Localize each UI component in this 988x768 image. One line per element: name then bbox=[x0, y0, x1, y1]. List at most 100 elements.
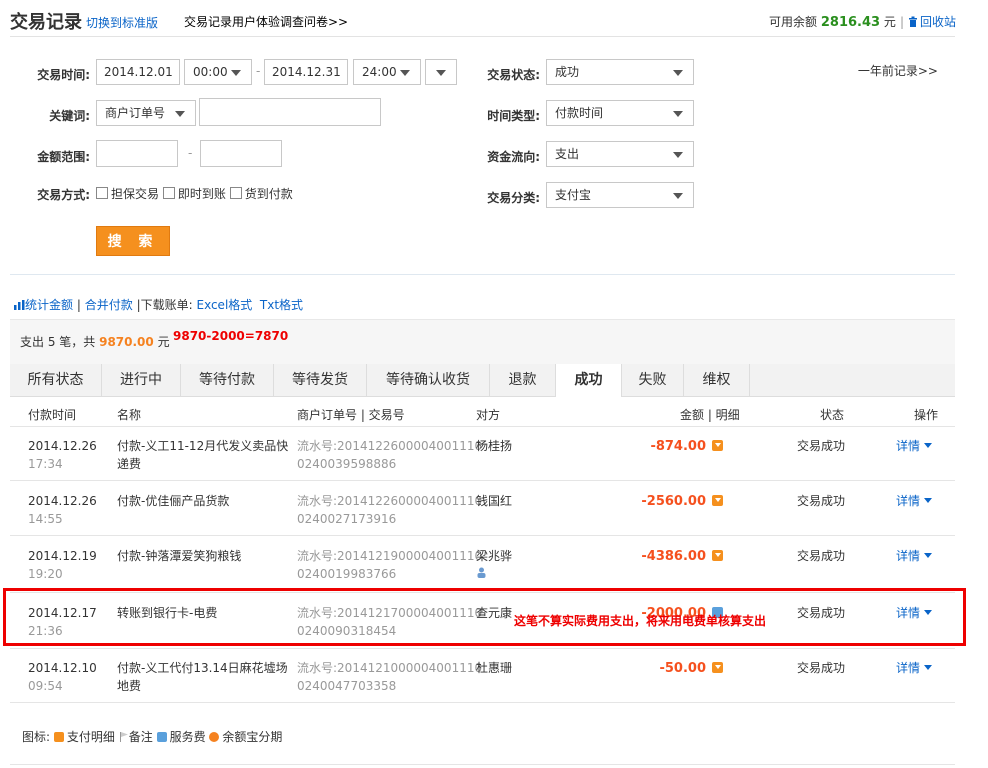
recycle-bin-link[interactable]: 回收站 bbox=[908, 15, 956, 29]
row-name: 付款-优佳俪产品货款 bbox=[117, 494, 230, 508]
payment-detail-icon[interactable] bbox=[712, 495, 723, 506]
end-time-value: 24:00 bbox=[362, 65, 397, 79]
legend-label: 图标: bbox=[22, 730, 51, 744]
row-date: 2014.12.26 14:55 bbox=[28, 494, 97, 526]
amount-min-input[interactable] bbox=[96, 140, 178, 167]
switch-standard-link[interactable]: 切换到标准版 bbox=[86, 14, 158, 31]
balance-area: 可用余额 2816.43 元 | 回收站 bbox=[769, 15, 956, 30]
summary-prefix: 支出 5 笔，共 bbox=[20, 335, 96, 349]
tab-success[interactable]: 成功 bbox=[556, 364, 622, 397]
col-time: 付款时间 bbox=[28, 408, 77, 422]
keyword-input[interactable] bbox=[199, 98, 381, 126]
keyword-type-value: 商户订单号 bbox=[105, 106, 166, 120]
row-status: 交易成功 bbox=[797, 439, 846, 453]
details-button[interactable]: 详情 bbox=[896, 437, 933, 455]
tab-all[interactable]: 所有状态 bbox=[10, 364, 102, 396]
tab-await-payment[interactable]: 等待付款 bbox=[181, 364, 274, 396]
tab-dispute[interactable]: 维权 bbox=[684, 364, 750, 396]
search-button[interactable]: 搜 索 bbox=[96, 226, 170, 256]
chevron-down-icon bbox=[924, 498, 933, 503]
excel-link[interactable]: Excel格式 bbox=[196, 298, 252, 312]
details-button[interactable]: 详情 bbox=[896, 492, 933, 510]
annotation-note: 这笔不算实际费用支出，将来用电费单核算支出 bbox=[514, 614, 767, 628]
summary-text: 支出 5 笔，共 9870.00 元 bbox=[20, 333, 170, 350]
chevron-down-icon bbox=[673, 70, 683, 76]
row-amount: -50.00 bbox=[659, 659, 723, 678]
chevron-down-icon bbox=[231, 70, 241, 76]
row-serial: 流水号:2014122600004001110 0240027173916 bbox=[297, 494, 483, 526]
chevron-down-icon bbox=[673, 111, 683, 117]
date-range-select[interactable] bbox=[425, 59, 457, 85]
balance-label: 可用余额 bbox=[769, 15, 818, 29]
status-select[interactable]: 成功 bbox=[546, 59, 694, 85]
fund-flow-value: 支出 bbox=[555, 147, 580, 161]
status-label: 交易状态: bbox=[487, 68, 540, 82]
trade-method-options: 担保交易 即时到账 货到付款 bbox=[96, 185, 293, 202]
section-divider bbox=[10, 274, 955, 275]
start-date-input[interactable]: 2014.12.01 bbox=[96, 59, 180, 85]
col-amount: 金额 | 明细 bbox=[680, 408, 740, 422]
method-option-instant[interactable]: 即时到账 bbox=[162, 187, 226, 201]
checkbox[interactable] bbox=[96, 187, 108, 199]
tab-refund[interactable]: 退款 bbox=[490, 364, 556, 396]
payment-detail-icon[interactable] bbox=[712, 440, 723, 451]
row-date: 2014.12.26 17:34 bbox=[28, 439, 97, 471]
tab-await-ship[interactable]: 等待发货 bbox=[274, 364, 367, 396]
flag-icon bbox=[119, 732, 128, 742]
balance-unit: 元 bbox=[883, 15, 896, 29]
chevron-down-icon bbox=[436, 70, 446, 76]
method-option-cod[interactable]: 货到付款 bbox=[229, 187, 293, 201]
chevron-down-icon bbox=[175, 111, 185, 117]
row-party: 钱国红 bbox=[476, 494, 513, 508]
payment-detail-icon[interactable] bbox=[712, 662, 723, 673]
tab-failed[interactable]: 失败 bbox=[622, 364, 684, 396]
older-records-link[interactable]: 一年前记录>> bbox=[858, 62, 938, 79]
start-time-value: 00:00 bbox=[193, 65, 228, 79]
icon-legend: 图标: 支付明细 备注 服务费 余额宝分期 bbox=[22, 730, 283, 744]
header-divider bbox=[10, 36, 955, 37]
result-toolbar: 统计金额 | 合并付款 |下载账单: Excel格式 Txt格式 bbox=[14, 296, 303, 313]
time-type-value: 付款时间 bbox=[555, 106, 604, 120]
method-option-guarantee[interactable]: 担保交易 bbox=[96, 187, 159, 201]
chevron-down-icon bbox=[924, 443, 933, 448]
row-status: 交易成功 bbox=[797, 549, 846, 563]
trash-icon bbox=[908, 16, 917, 27]
tab-await-confirm[interactable]: 等待确认收货 bbox=[367, 364, 490, 396]
chevron-down-icon bbox=[673, 193, 683, 199]
start-time-select[interactable]: 00:00 bbox=[184, 59, 252, 85]
col-action: 操作 bbox=[914, 408, 939, 422]
end-time-select[interactable]: 24:00 bbox=[353, 59, 421, 85]
person-icon bbox=[477, 567, 486, 578]
amount-range-label: 金额范围: bbox=[37, 150, 90, 164]
payment-detail-icon[interactable] bbox=[712, 550, 723, 561]
chevron-down-icon bbox=[673, 152, 683, 158]
row-party: 梁兆骅 bbox=[476, 547, 512, 583]
fund-flow-select[interactable]: 支出 bbox=[546, 141, 694, 167]
amount-max-input[interactable] bbox=[200, 140, 282, 167]
category-select[interactable]: 支付宝 bbox=[546, 182, 694, 208]
yuebao-icon bbox=[209, 732, 220, 742]
time-type-select[interactable]: 付款时间 bbox=[546, 100, 694, 126]
stats-amount-link[interactable]: 统计金额 bbox=[25, 298, 73, 312]
survey-link[interactable]: 交易记录用户体验调查问卷>> bbox=[184, 13, 348, 30]
category-label: 交易分类: bbox=[487, 191, 540, 205]
keyword-type-select[interactable]: 商户订单号 bbox=[96, 100, 196, 126]
row-party: 杜惠珊 bbox=[476, 661, 513, 675]
keyword-label: 关键词: bbox=[49, 109, 90, 123]
txt-link[interactable]: Txt格式 bbox=[260, 298, 303, 312]
merge-pay-link[interactable]: 合并付款 bbox=[85, 298, 133, 312]
checkbox[interactable] bbox=[162, 187, 175, 199]
details-button[interactable]: 详情 bbox=[896, 547, 933, 565]
trade-time-label: 交易时间: bbox=[37, 68, 90, 82]
checkbox[interactable] bbox=[229, 187, 242, 199]
details-button[interactable]: 详情 bbox=[896, 659, 933, 677]
footer-divider bbox=[10, 764, 955, 765]
status-tabs: 所有状态 进行中 等待付款 等待发货 等待确认收货 退款 成功 失败 维权 bbox=[10, 364, 955, 397]
end-date-input[interactable]: 2014.12.31 bbox=[264, 59, 348, 85]
tab-in-progress[interactable]: 进行中 bbox=[102, 364, 181, 396]
row-name: 付款-义工代付13.14日麻花墟场 地费 bbox=[117, 661, 288, 693]
chevron-down-icon bbox=[924, 553, 933, 558]
header-divider bbox=[10, 426, 955, 427]
row-party: 杨桂扬 bbox=[476, 439, 513, 453]
highlight-box bbox=[3, 588, 966, 646]
